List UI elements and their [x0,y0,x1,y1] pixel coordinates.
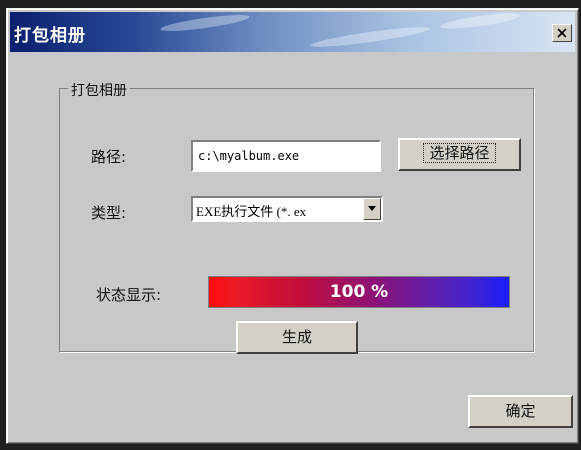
progress-text: 100 % [329,282,389,302]
title-decoration [309,23,431,51]
dropdown-button[interactable] [363,198,381,220]
title-decoration [159,12,251,35]
progress-bar: 100 % [208,276,510,308]
title-decoration [439,12,521,32]
type-selected-value: EXE执行文件 (*. ex [196,204,307,219]
status-label: 状态显示: [96,286,162,304]
generate-button[interactable]: 生成 [236,321,358,354]
ok-button[interactable]: 确定 [468,395,573,428]
choose-path-label: 选择路径 [423,143,496,163]
chevron-down-icon [368,206,376,211]
close-button[interactable] [552,24,572,42]
title-bar[interactable]: 打包相册 [10,12,575,52]
window-title: 打包相册 [14,26,86,46]
group-label: 打包相册 [68,80,130,100]
path-input[interactable] [191,140,381,172]
choose-path-button[interactable]: 选择路径 [398,138,521,171]
type-label: 类型: [91,204,127,222]
close-icon [557,28,567,38]
path-label: 路径: [91,148,127,166]
type-select[interactable]: EXE执行文件 (*. ex [191,196,383,222]
